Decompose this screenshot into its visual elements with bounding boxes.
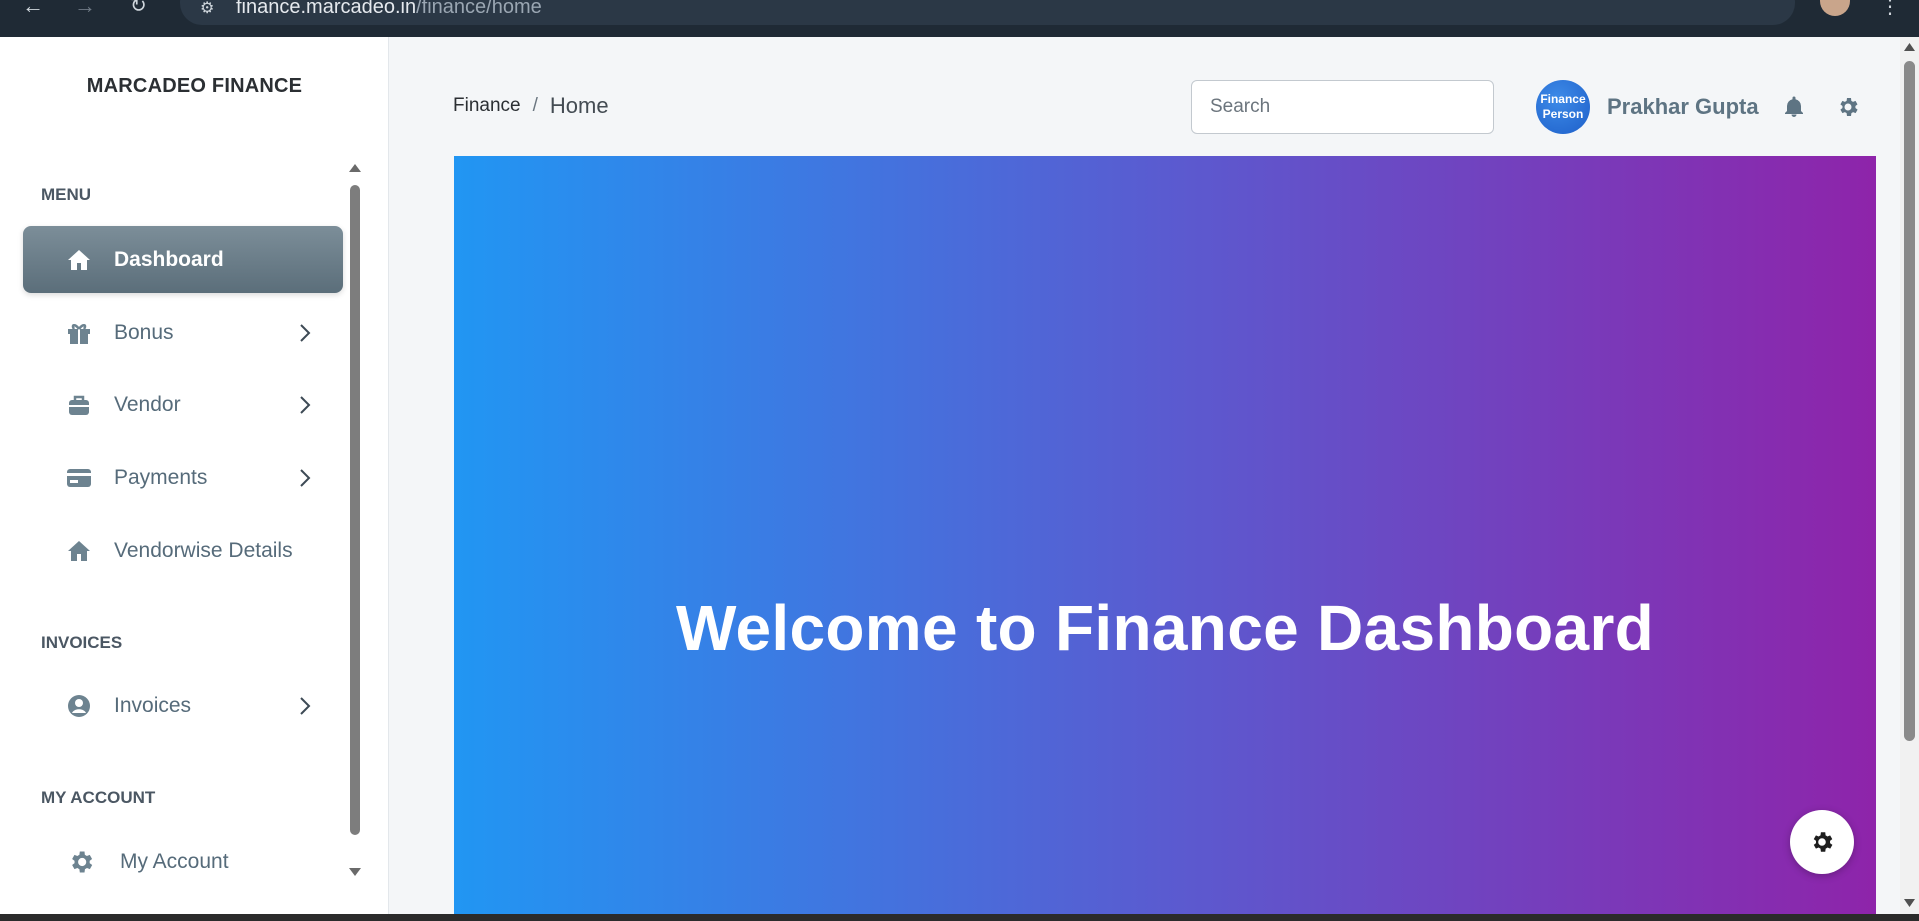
browser-toolbar: ← → ↻ ⚙ finance.marcadeo.in/finance/home… (0, 0, 1919, 37)
scroll-down-arrow-icon[interactable] (347, 865, 363, 879)
breadcrumb-separator: / (532, 95, 538, 116)
sidebar-item-bonus[interactable]: Bonus (23, 299, 343, 366)
user-circle-icon (65, 692, 93, 720)
credit-card-icon (65, 464, 93, 492)
bottom-edge (0, 914, 1919, 921)
sidebar-item-my-account[interactable]: My Account (23, 828, 343, 895)
page-scrollbar[interactable] (1900, 37, 1919, 914)
gift-icon (65, 319, 93, 347)
address-url[interactable]: finance.marcadeo.in/finance/home (236, 0, 542, 19)
chevron-right-icon (300, 468, 311, 487)
gear-icon[interactable] (1836, 95, 1860, 119)
sidebar-item-invoices[interactable]: Invoices (23, 672, 343, 739)
home-icon (65, 246, 93, 274)
breadcrumb: Finance / Home (453, 93, 609, 119)
sidebar-item-label: Invoices (114, 693, 192, 717)
chevron-right-icon (300, 395, 311, 414)
sidebar-item-label: My Account (120, 849, 229, 873)
sidebar-item-label: Payments (114, 465, 208, 489)
site-info-icon[interactable]: ⚙ (200, 0, 220, 18)
sidebar-scrollbar-thumb[interactable] (350, 185, 360, 835)
sidebar-item-label: Vendor (114, 392, 181, 416)
sidebar-item-label: Vendorwise Details (114, 538, 293, 562)
page-scrollbar-thumb[interactable] (1904, 61, 1915, 741)
address-bar[interactable]: ⚙ finance.marcadeo.in/finance/home ⚯ ⌕ ☆ (180, 0, 1795, 25)
section-title-invoices: INVOICES (41, 633, 123, 652)
browser-menu-icon[interactable]: ⋮ (1880, 0, 1900, 19)
user-name[interactable]: Prakhar Gupta (1607, 94, 1759, 120)
scroll-up-arrow-icon[interactable] (1903, 41, 1916, 53)
briefcase-icon (65, 391, 93, 419)
chevron-right-icon (300, 323, 311, 342)
sidebar-item-label: Bonus (114, 320, 174, 344)
settings-fab[interactable] (1790, 810, 1854, 874)
scroll-down-arrow-icon[interactable] (1903, 897, 1916, 909)
sidebar-item-payments[interactable]: Payments (23, 444, 343, 511)
back-icon[interactable]: ← (22, 0, 44, 17)
section-title-my-account: MY ACCOUNT (41, 788, 156, 807)
sidebar-item-dashboard[interactable]: Dashboard (23, 226, 343, 293)
hero-banner: Welcome to Finance Dashboard (454, 156, 1876, 914)
app-viewport: MARCADEO FINANCE MENU Dashboard Bonus Ve… (0, 37, 1900, 914)
breadcrumb-current: Home (549, 93, 609, 118)
avatar[interactable]: Finance Person (1536, 80, 1590, 134)
gear-icon (1813, 832, 1833, 852)
chevron-right-icon (300, 696, 311, 715)
bell-icon[interactable] (1782, 95, 1806, 119)
sidebar-item-vendorwise-details[interactable]: Vendorwise Details (23, 517, 343, 584)
sidebar: MARCADEO FINANCE MENU Dashboard Bonus Ve… (0, 37, 389, 914)
breadcrumb-parent[interactable]: Finance (453, 95, 521, 117)
forward-icon[interactable]: → (74, 0, 96, 17)
sidebar-item-vendor[interactable]: Vendor (23, 371, 343, 438)
hero-title: Welcome to Finance Dashboard (675, 592, 1655, 664)
scroll-up-arrow-icon[interactable] (347, 161, 363, 175)
url-path: /finance/home (416, 0, 542, 18)
profile-avatar[interactable] (1820, 0, 1850, 16)
section-title-menu: MENU (41, 185, 92, 204)
url-host: finance.marcadeo.in (236, 0, 417, 18)
brand-title: MARCADEO FINANCE (86, 75, 303, 97)
home-icon (65, 537, 93, 565)
reload-icon[interactable]: ↻ (130, 0, 147, 16)
sidebar-item-label: Dashboard (114, 247, 224, 271)
gear-icon (67, 848, 95, 876)
search-input[interactable] (1191, 80, 1494, 134)
